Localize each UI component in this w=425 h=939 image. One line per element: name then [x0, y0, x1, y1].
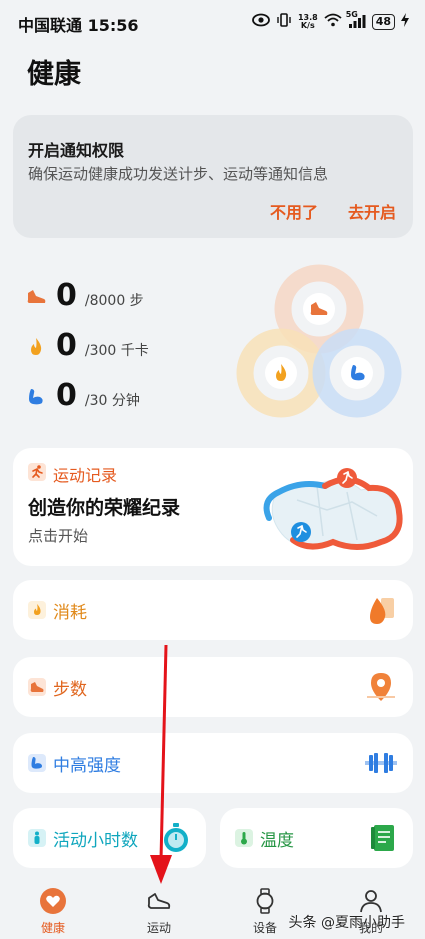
tab-health[interactable]: 健康 — [0, 870, 106, 939]
eye-icon — [252, 13, 270, 30]
flame-icon — [28, 601, 46, 619]
enable-button[interactable]: 去开启 — [348, 199, 396, 223]
arm-icon — [25, 386, 47, 408]
notice-description: 确保运动健康成功发送计步、运动等通知信息 — [28, 165, 329, 183]
record-subtitle: 点击开始 — [28, 527, 89, 545]
steps-goal: /8000 步 — [84, 293, 144, 309]
status-bar: 中国联通 15:56 13.8 K/s 5G 48 — [0, 0, 425, 44]
record-tag: 运动记录 — [28, 462, 117, 486]
shoe-icon — [25, 286, 47, 308]
watch-icon — [256, 888, 274, 914]
carrier-time: 中国联通 15:56 — [18, 16, 139, 35]
calories-stat: 0 /300 千卡 — [25, 328, 149, 368]
temperature-label: 温度 — [260, 831, 294, 851]
shoe-icon — [28, 678, 46, 696]
shoe-icon — [147, 893, 171, 909]
dumbbell-icon — [365, 753, 397, 773]
thermometer-icon — [235, 829, 253, 847]
vibrate-icon — [276, 12, 292, 31]
intensity-card[interactable]: 中高强度 — [13, 733, 413, 793]
person-icon — [360, 890, 382, 913]
net-speed: 13.8 K/s — [297, 12, 318, 30]
intensity-goal: /30 分钟 — [84, 393, 140, 409]
tab-exercise-label: 运动 — [146, 921, 171, 935]
record-tag-label: 运动记录 — [53, 466, 118, 485]
calories-label: 消耗 — [53, 603, 87, 623]
calories-card[interactable]: 消耗 — [13, 580, 413, 640]
flame-icon — [25, 336, 47, 358]
dismiss-button[interactable]: 不用了 — [270, 199, 318, 223]
active-hours-label: 活动小时数 — [53, 831, 138, 851]
intensity-label: 中高强度 — [53, 756, 121, 776]
wifi-icon — [324, 13, 342, 30]
exercise-record-card[interactable]: 运动记录 创造你的荣耀纪录 点击开始 — [13, 448, 413, 566]
battery-indicator: 48 — [371, 13, 395, 30]
arm-icon — [28, 754, 46, 772]
temperature-card[interactable]: 温度 — [220, 808, 413, 868]
charging-icon — [401, 13, 409, 30]
page-title: 健康 — [27, 59, 81, 90]
intensity-stat: 0 /30 分钟 — [25, 378, 140, 418]
steps-value: 0 — [56, 278, 77, 313]
person-standing-icon — [28, 829, 46, 847]
steps-stat: 0 /8000 步 — [25, 278, 144, 318]
location-pin-icon — [367, 673, 395, 701]
cellular-signal-icon: 5G — [346, 10, 366, 30]
record-title: 创造你的荣耀纪录 — [28, 497, 181, 519]
calorie-drop-illustration — [370, 598, 394, 624]
tab-exercise[interactable]: 运动 — [106, 870, 212, 939]
notification-permission-card: 开启通知权限 确保运动健康成功发送计步、运动等通知信息 不用了 去开启 — [13, 115, 413, 238]
tab-health-label: 健康 — [40, 921, 65, 935]
heart-icon — [40, 888, 66, 914]
calories-value: 0 — [56, 328, 77, 363]
intensity-value: 0 — [56, 378, 77, 413]
notebook-icon — [371, 825, 394, 851]
status-icons: 13.8 K/s 5G 48 — [252, 10, 409, 31]
watermark: 头条 @夏雨小助手 — [288, 915, 405, 931]
steps-label: 步数 — [53, 680, 87, 700]
stopwatch-icon — [164, 823, 188, 852]
notice-title: 开启通知权限 — [28, 141, 125, 160]
steps-card[interactable]: 步数 — [13, 657, 413, 717]
activity-rings[interactable] — [234, 262, 404, 432]
active-hours-card[interactable]: 活动小时数 — [13, 808, 206, 868]
calories-goal: /300 千卡 — [84, 343, 149, 359]
route-map-illustration — [263, 468, 403, 550]
running-icon — [28, 463, 46, 485]
